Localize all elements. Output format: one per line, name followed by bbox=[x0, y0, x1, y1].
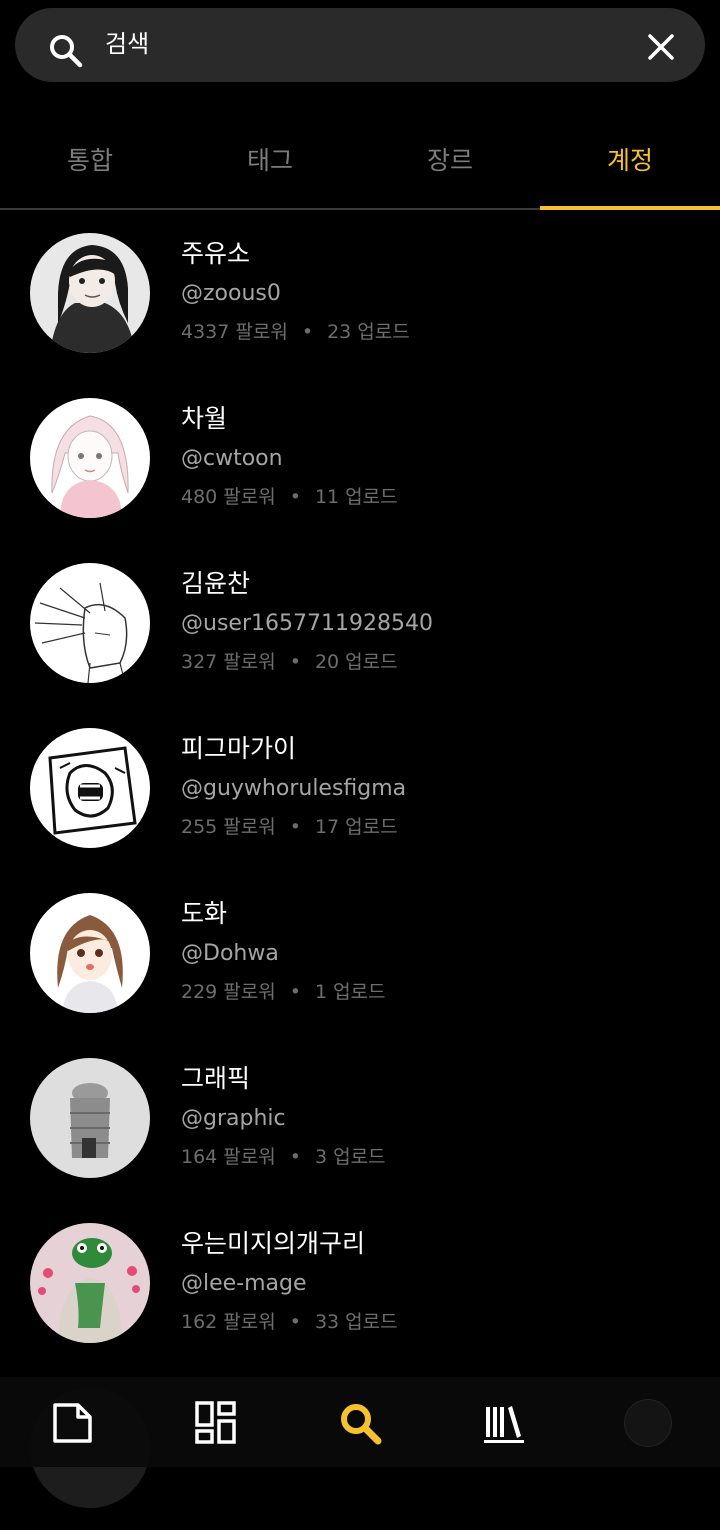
separator-dot: • bbox=[289, 981, 301, 1003]
bottom-nav bbox=[0, 1377, 720, 1467]
avatar bbox=[30, 1058, 150, 1178]
avatar bbox=[30, 893, 150, 1013]
account-name: 김윤찬 bbox=[181, 569, 251, 598]
account-item[interactable]: 우는미지의개구리 @lee-mage 162 팔로워 • 33 업로드 bbox=[0, 1200, 720, 1365]
upload-count: 1 업로드 bbox=[314, 981, 386, 1003]
avatar bbox=[30, 233, 150, 353]
tab-tags[interactable]: 태그 bbox=[180, 125, 360, 210]
account-item[interactable]: 피그마가이 @guywhorulesfigma 255 팔로워 • 17 업로드 bbox=[0, 705, 720, 870]
search-icon[interactable] bbox=[336, 1399, 384, 1447]
account-item[interactable]: 주유소 @zoous0 4337 팔로워 • 23 업로드 bbox=[0, 210, 720, 375]
tab-accounts[interactable]: 계정 bbox=[540, 125, 720, 210]
follower-count: 229 팔로워 bbox=[181, 981, 276, 1003]
account-name: 피그마가이 bbox=[181, 734, 297, 763]
upload-count: 23 업로드 bbox=[327, 321, 410, 343]
account-handle: @graphic bbox=[181, 1106, 286, 1131]
follower-count: 480 팔로워 bbox=[181, 486, 276, 508]
separator-dot: • bbox=[289, 486, 301, 508]
upload-count: 33 업로드 bbox=[314, 1311, 398, 1333]
account-stats: 229 팔로워 • 1 업로드 bbox=[181, 977, 386, 1007]
tab-combined[interactable]: 통합 bbox=[0, 125, 180, 210]
follower-count: 327 팔로워 bbox=[181, 651, 276, 673]
follower-count: 4337 팔로워 bbox=[181, 321, 288, 343]
account-name: 그래픽 bbox=[181, 1064, 251, 1093]
account-handle: @user1657711928540 bbox=[181, 611, 433, 636]
avatar bbox=[30, 1223, 150, 1343]
account-name: 주유소 bbox=[181, 239, 251, 268]
account-name: 차월 bbox=[181, 404, 228, 433]
account-handle: @guywhorulesfigma bbox=[181, 776, 407, 801]
follower-count: 255 팔로워 bbox=[181, 816, 276, 838]
account-item[interactable]: 그래픽 @graphic 164 팔로워 • 3 업로드 bbox=[0, 1035, 720, 1200]
follower-count: 162 팔로워 bbox=[181, 1311, 276, 1333]
document-icon[interactable] bbox=[48, 1399, 96, 1447]
separator-dot: • bbox=[301, 321, 314, 343]
avatar bbox=[30, 398, 150, 518]
account-stats: 480 팔로워 • 11 업로드 bbox=[181, 482, 398, 512]
profile-icon[interactable] bbox=[624, 1399, 672, 1447]
avatar bbox=[30, 563, 150, 683]
separator-dot: • bbox=[289, 651, 301, 673]
avatar bbox=[30, 728, 150, 848]
upload-count: 3 업로드 bbox=[314, 1146, 386, 1168]
library-icon[interactable] bbox=[480, 1399, 528, 1447]
search-icon bbox=[50, 35, 83, 68]
account-stats: 164 팔로워 • 3 업로드 bbox=[181, 1142, 386, 1172]
account-stats: 4337 팔로워 • 23 업로드 bbox=[181, 317, 410, 347]
account-name: 우는미지의개구리 bbox=[181, 1229, 366, 1258]
tab-genre[interactable]: 장르 bbox=[360, 125, 540, 210]
grid-icon[interactable] bbox=[192, 1399, 240, 1447]
separator-dot: • bbox=[289, 1311, 301, 1333]
account-name: 도화 bbox=[181, 899, 228, 928]
search-tabs: 통합 태그 장르 계정 bbox=[0, 125, 720, 210]
separator-dot: • bbox=[289, 1146, 301, 1168]
upload-count: 20 업로드 bbox=[314, 651, 398, 673]
account-stats: 327 팔로워 • 20 업로드 bbox=[181, 647, 398, 677]
follower-count: 164 팔로워 bbox=[181, 1146, 276, 1168]
account-handle: @cwtoon bbox=[181, 446, 283, 471]
account-handle: @Dohwa bbox=[181, 941, 279, 966]
account-item[interactable]: 도화 @Dohwa 229 팔로워 • 1 업로드 bbox=[0, 870, 720, 1035]
account-item[interactable]: 차월 @cwtoon 480 팔로워 • 11 업로드 bbox=[0, 375, 720, 540]
account-handle: @lee-mage bbox=[181, 1271, 307, 1296]
upload-count: 17 업로드 bbox=[314, 816, 398, 838]
account-item[interactable]: 김윤찬 @user1657711928540 327 팔로워 • 20 업로드 bbox=[0, 540, 720, 705]
search-bar[interactable]: 검색 bbox=[15, 8, 705, 82]
separator-dot: • bbox=[289, 816, 301, 838]
close-icon[interactable] bbox=[645, 31, 677, 63]
account-handle: @zoous0 bbox=[181, 281, 281, 306]
search-input[interactable]: 검색 bbox=[105, 28, 149, 60]
upload-count: 11 업로드 bbox=[314, 486, 398, 508]
account-stats: 162 팔로워 • 33 업로드 bbox=[181, 1307, 398, 1337]
account-stats: 255 팔로워 • 17 업로드 bbox=[181, 812, 398, 842]
